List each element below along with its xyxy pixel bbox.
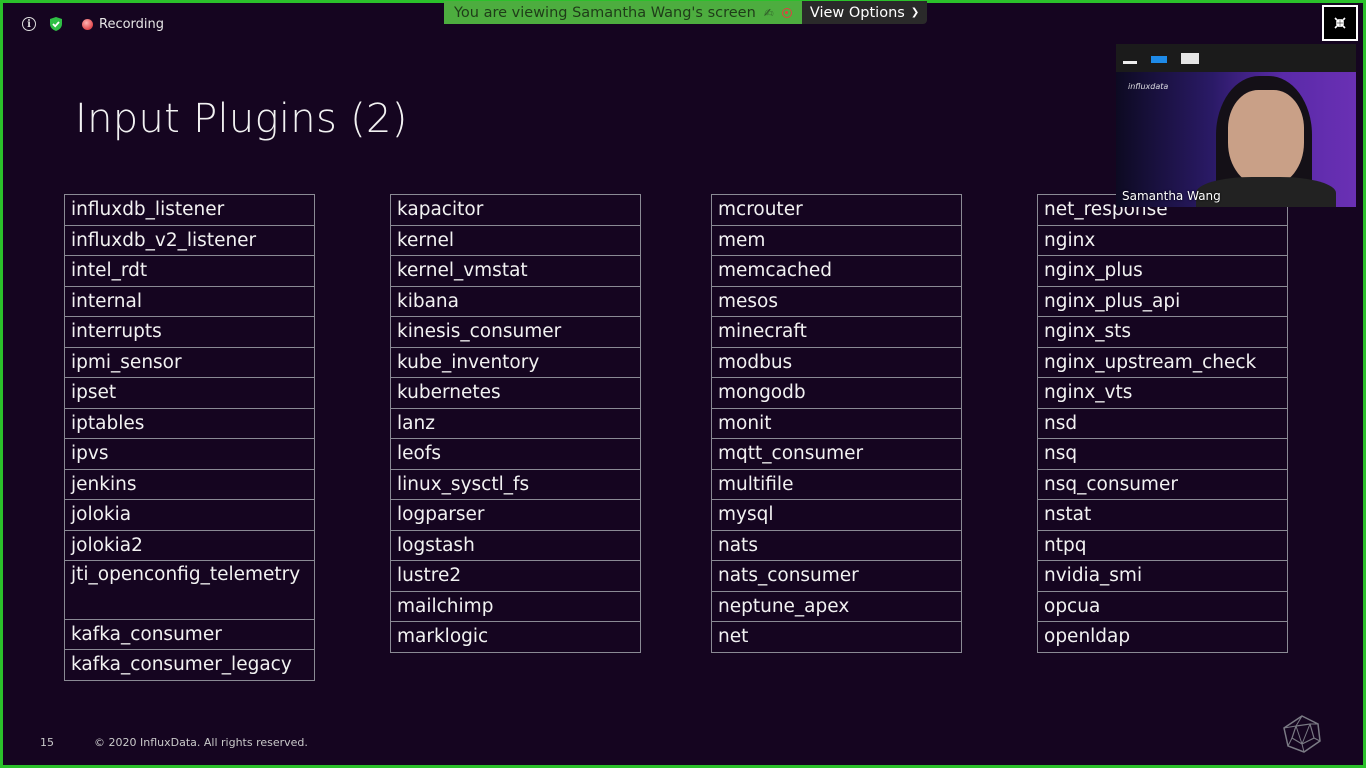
exit-fullscreen-icon [1334, 17, 1346, 29]
view-options-button[interactable]: View Options ❯ [801, 1, 928, 24]
plugin-cell: kafka_consumer_legacy [65, 650, 314, 681]
slide-footer: 15 © 2020 InfluxData. All rights reserve… [40, 736, 308, 749]
plugin-cell: kibana [391, 287, 640, 317]
plugin-cell: nginx [1038, 226, 1287, 256]
meeting-status-bar: i Recording [22, 14, 164, 34]
info-icon[interactable]: i [22, 17, 36, 31]
plugin-cell: ipset [65, 378, 314, 409]
minimize-video-icon[interactable] [1123, 60, 1137, 64]
plugin-cell: kernel [391, 226, 640, 256]
plugin-cell: mem [712, 226, 961, 256]
plugin-cell: kafka_consumer [65, 620, 314, 650]
plugin-cell: marklogic [391, 622, 640, 653]
plugin-cell: nsq_consumer [1038, 470, 1287, 500]
plugin-column-2: kapacitor kernel kernel_vmstat kibana kinesi… [390, 194, 641, 653]
plugin-cell: multifile [712, 470, 961, 500]
plugin-column-1: influxdb_listener influxdb_v2_listener int… [64, 194, 315, 681]
plugin-cell: jolokia2 [65, 531, 314, 561]
plugin-cell: net [712, 622, 961, 653]
plugin-cell: kernel_vmstat [391, 256, 640, 287]
plugin-cell: jolokia [65, 500, 314, 531]
plugin-cell: kube_inventory [391, 348, 640, 378]
video-background-logo: influxdata [1128, 82, 1169, 91]
plugin-cell: influxdb_listener [65, 195, 314, 226]
plugin-cell: nsq [1038, 439, 1287, 470]
screen-share-banner: You are viewing Samantha Wang's screen ✍… [444, 1, 928, 24]
plugin-cell: logstash [391, 531, 640, 561]
plugin-cell: nginx_plus [1038, 256, 1287, 287]
recording-label: Recording [99, 16, 165, 32]
plugin-cell: lanz [391, 409, 640, 439]
viewing-screen-text: You are viewing Samantha Wang's screen [454, 4, 756, 21]
plugin-cell: nginx_vts [1038, 378, 1287, 409]
page-number: 15 [40, 736, 54, 749]
plugin-cell: mailchimp [391, 592, 640, 622]
maximize-video-icon[interactable] [1181, 52, 1199, 64]
shield-icon[interactable] [48, 16, 64, 32]
plugin-cell: interrupts [65, 317, 314, 348]
plugin-cell: kubernetes [391, 378, 640, 409]
plugin-cell: nsd [1038, 409, 1287, 439]
stop-icon[interactable] [781, 7, 792, 18]
viewing-screen-message: You are viewing Samantha Wang's screen ✍ [444, 1, 802, 24]
plugin-cell: nginx_upstream_check [1038, 348, 1287, 378]
influxdata-logo-icon [1283, 715, 1321, 753]
plugin-cell: mesos [712, 287, 961, 317]
plugin-cell: nginx_sts [1038, 317, 1287, 348]
plugin-cell: mcrouter [712, 195, 961, 226]
plugin-cell: jti_openconfig_telemetry [65, 561, 314, 620]
plugin-cell: influxdb_v2_listener [65, 226, 314, 256]
copyright-text: © 2020 InfluxData. All rights reserved. [94, 736, 308, 749]
plugin-cell: nats_consumer [712, 561, 961, 592]
plugin-cell: iptables [65, 409, 314, 439]
plugin-cell: internal [65, 287, 314, 317]
plugin-cell: linux_sysctl_fs [391, 470, 640, 500]
plugin-cell: openldap [1038, 622, 1287, 653]
participant-name-label: Samantha Wang [1122, 189, 1221, 203]
plugin-cell: memcached [712, 256, 961, 287]
chevron-down-icon: ❯ [910, 7, 920, 18]
slide-title: Input Plugins (2) [75, 96, 408, 142]
plugin-cell: lustre2 [391, 561, 640, 592]
speaker-view-icon[interactable] [1151, 55, 1167, 63]
plugin-cell: nginx_plus_api [1038, 287, 1287, 317]
plugin-cell: logparser [391, 500, 640, 531]
plugin-cell: modbus [712, 348, 961, 378]
plugin-cell: kapacitor [391, 195, 640, 226]
plugin-cell: nvidia_smi [1038, 561, 1287, 592]
plugin-cell: leofs [391, 439, 640, 470]
plugin-cell: mongodb [712, 378, 961, 409]
video-panel-toolbar [1116, 44, 1356, 72]
plugin-column-3: mcrouter mem memcached mesos minecraft modbus… [711, 194, 962, 653]
plugin-cell: opcua [1038, 592, 1287, 622]
plugin-cell: ipvs [65, 439, 314, 470]
exit-fullscreen-button[interactable] [1322, 5, 1358, 41]
participant-video-feed: influxdata Samantha Wang [1116, 72, 1356, 207]
view-options-label: View Options [809, 4, 905, 21]
plugin-cell: ipmi_sensor [65, 348, 314, 378]
plugin-cell: intel_rdt [65, 256, 314, 287]
plugin-cell: nstat [1038, 500, 1287, 531]
plugin-cell: mysql [712, 500, 961, 531]
participant-face [1228, 90, 1304, 186]
plugin-cell: neptune_apex [712, 592, 961, 622]
participant-video-panel[interactable]: influxdata Samantha Wang [1116, 44, 1356, 207]
plugin-column-4: net_response nginx nginx_plus nginx_plus_ap… [1037, 194, 1288, 653]
plugin-cell: ntpq [1038, 531, 1287, 561]
plugin-cell: nats [712, 531, 961, 561]
plugin-cell: kinesis_consumer [391, 317, 640, 348]
plugin-cell: monit [712, 409, 961, 439]
recording-indicator[interactable]: Recording [82, 17, 164, 32]
remote-control-icon[interactable]: ✍ [764, 6, 774, 20]
plugin-cell: jenkins [65, 470, 314, 500]
recording-dot-icon [82, 18, 93, 30]
plugin-cell: minecraft [712, 317, 961, 348]
plugin-cell: mqtt_consumer [712, 439, 961, 470]
